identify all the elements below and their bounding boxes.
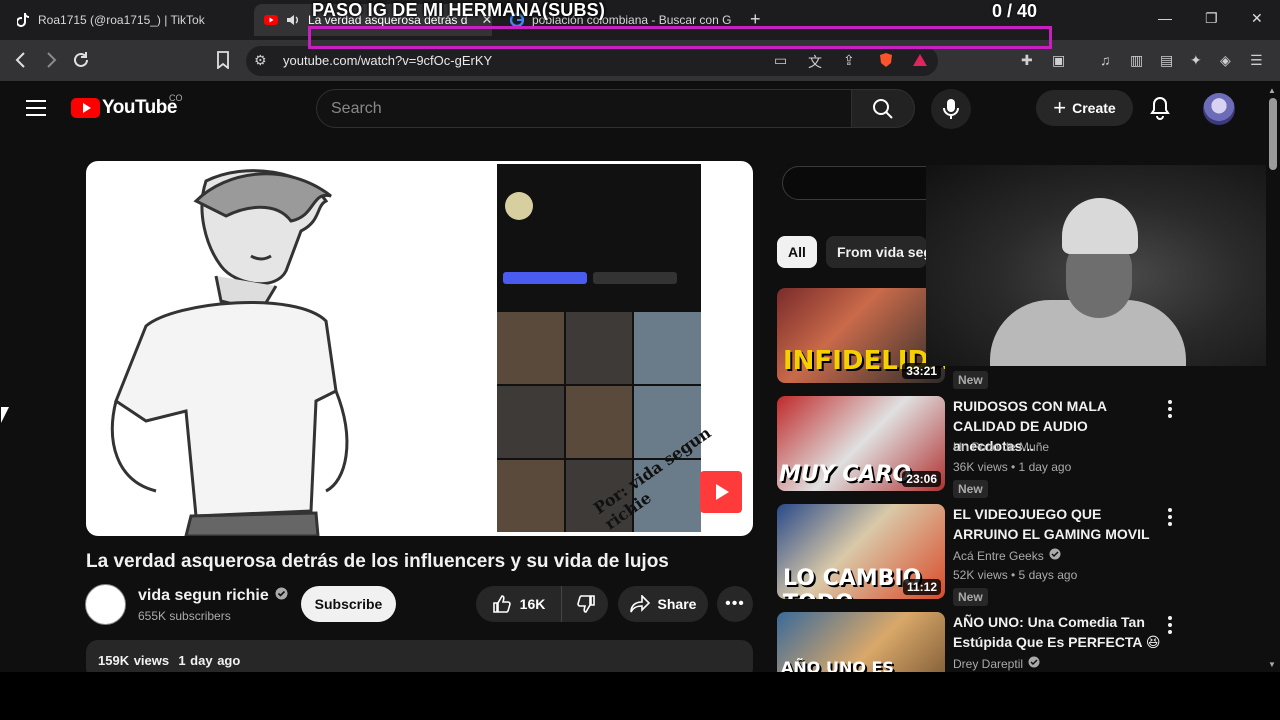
thumbs-up-icon — [492, 595, 511, 613]
video-thumbnail[interactable]: AÑO UNO ES — [777, 612, 945, 672]
back-icon[interactable] — [10, 49, 32, 71]
video-title: AÑO UNO: Una Comedia Tan Estúpida Que Es… — [953, 614, 1161, 650]
more-options-icon[interactable] — [1167, 616, 1173, 634]
more-actions-icon[interactable]: ••• — [717, 586, 753, 622]
video-stats: 36K views • 1 day ago — [953, 460, 1072, 474]
channel-name[interactable]: Un Poco de Muñe — [953, 440, 1049, 454]
webcam-overlay — [926, 165, 1280, 366]
bookmark-icon[interactable] — [212, 49, 234, 71]
wallet-icon[interactable]: ▤ — [1160, 52, 1173, 69]
restore-icon[interactable]: ❐ — [1205, 10, 1218, 27]
video-player[interactable]: Por: vida segun richie — [86, 161, 753, 536]
share-page-icon[interactable]: ⇪ — [843, 52, 855, 69]
dislike-button[interactable] — [563, 586, 608, 622]
video-stats: 52K views • 5 days ago — [953, 568, 1078, 582]
subscribe-button[interactable]: Subscribe — [301, 586, 396, 622]
site-info-icon[interactable]: ⚙ — [254, 52, 267, 69]
youtube-icon — [264, 13, 278, 27]
subscriber-count: 655K subscribers — [138, 609, 231, 623]
tab-label: Roa1715 (@roa1715_) | TikTok — [38, 13, 205, 27]
new-badge: New — [953, 588, 988, 606]
verified-badge-icon — [1049, 548, 1061, 563]
subscribe-watermark-icon — [700, 471, 742, 513]
speaker-icon[interactable] — [286, 13, 300, 27]
scroll-down-icon[interactable]: ▼ — [1268, 660, 1276, 669]
recommendation-item[interactable]: LO CAMBIO TODO 11:12 EL VIDEOJUEGO QUE A… — [777, 504, 1177, 606]
reload-icon[interactable] — [70, 49, 92, 71]
stream-overlay-title: PASO IG DE MI HERMANA(SUBS) — [312, 0, 606, 20]
chip-all[interactable]: All — [777, 236, 817, 268]
search-placeholder: Search — [331, 100, 382, 117]
like-button[interactable]: 16K — [476, 586, 562, 622]
channel-name[interactable]: vida segun richie — [138, 587, 288, 605]
channel-name[interactable]: Acá Entre Geeks — [953, 548, 1061, 563]
search-input[interactable] — [316, 89, 852, 128]
leo-ai-icon[interactable]: ✦ — [1190, 52, 1202, 69]
cast-icon[interactable]: ▭ — [774, 52, 787, 69]
minimize-icon[interactable]: — — [1158, 10, 1172, 26]
search-icon — [873, 98, 893, 119]
verified-badge-icon — [1028, 656, 1040, 671]
channel-avatar[interactable] — [85, 584, 126, 625]
video-duration: 11:12 — [902, 579, 941, 595]
more-options-icon[interactable] — [1167, 508, 1173, 526]
video-thumbnail[interactable]: MUY CARO 23:06 — [777, 396, 945, 491]
voice-search-button[interactable] — [931, 89, 971, 129]
video-thumbnail[interactable]: LO CAMBIO TODO 11:12 — [777, 504, 945, 599]
more-options-icon[interactable] — [1167, 400, 1173, 418]
thumbs-down-icon — [576, 595, 595, 613]
menu-icon[interactable]: ☰ — [1250, 52, 1263, 69]
close-window-icon[interactable]: ✕ — [1251, 10, 1263, 27]
recommendation-item[interactable]: MUY CARO 23:06 RUIDOSOS CON MALA CALIDAD… — [777, 396, 1177, 498]
video-title: EL VIDEOJUEGO QUE ARRUINO EL GAMING MOVI… — [953, 506, 1150, 542]
video-duration: 23:06 — [902, 471, 941, 487]
chip-from-channel[interactable]: From vida seg — [826, 236, 927, 268]
page-scrollbar[interactable] — [1266, 85, 1280, 672]
channel-name[interactable]: Drey Dareptil — [953, 656, 1040, 671]
recommendation-item[interactable]: AÑO UNO ES AÑO UNO: Una Comedia Tan Estú… — [777, 612, 1177, 672]
youtube-logo[interactable]: YouTube CO — [71, 93, 183, 119]
scroll-up-icon[interactable]: ▲ — [1268, 86, 1276, 95]
video-meta: 159K views 1 day ago — [98, 653, 241, 668]
translate-icon[interactable]: 文 — [808, 52, 822, 72]
sidebar-toggle-icon[interactable]: ▥ — [1130, 52, 1143, 69]
mouse-cursor-icon — [1, 407, 9, 423]
search-button[interactable] — [851, 89, 915, 128]
brave-rewards-icon[interactable] — [912, 52, 928, 71]
create-button[interactable]: + Create — [1036, 90, 1133, 126]
letterbox-bar — [0, 672, 1280, 720]
tiktok-icon — [16, 13, 30, 27]
reading-list-icon[interactable]: ▣ — [1052, 52, 1065, 69]
forward-icon[interactable] — [40, 49, 62, 71]
brave-shields-icon[interactable] — [878, 52, 894, 71]
video-title: La verdad asquerosa detrás de los influe… — [86, 551, 669, 572]
new-badge: New — [953, 371, 988, 389]
notifications-bell-icon[interactable] — [1149, 96, 1171, 125]
stream-overlay-counter: 0 / 40 — [992, 1, 1038, 21]
microphone-icon — [943, 99, 959, 119]
stream-progress-bar — [308, 26, 1052, 49]
youtube-play-icon — [71, 98, 100, 118]
media-icon[interactable]: ♫ — [1100, 52, 1111, 68]
share-button[interactable]: Share — [618, 586, 708, 622]
extensions-icon[interactable]: ✚ — [1021, 52, 1033, 69]
hamburger-menu-icon[interactable] — [26, 100, 46, 121]
plus-icon: + — [1053, 95, 1067, 120]
share-arrow-icon — [629, 595, 650, 613]
verified-badge-icon — [275, 587, 288, 605]
cartoon-character-illustration — [110, 169, 349, 536]
tab-tiktok[interactable]: Roa1715 (@roa1715_) | TikTok — [6, 4, 246, 36]
video-thumbnail[interactable]: INFIDELIDAD 33:21 — [777, 288, 945, 383]
streamer-cap — [1062, 198, 1138, 254]
new-badge: New — [953, 480, 988, 498]
region-code: CO — [169, 93, 183, 103]
account-avatar[interactable] — [1203, 93, 1235, 125]
scrollbar-thumb[interactable] — [1269, 98, 1277, 170]
vpn-icon[interactable]: ◈ — [1220, 52, 1231, 69]
url-text[interactable]: youtube.com/watch?v=9cfOc-gErKY — [283, 53, 492, 68]
